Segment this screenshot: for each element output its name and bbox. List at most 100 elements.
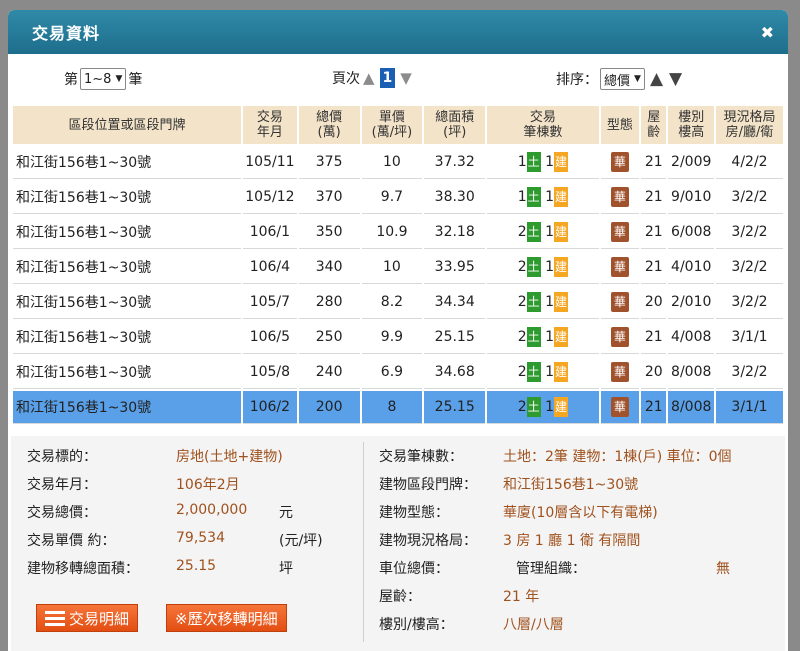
detail-value-mgmt: 無 [716, 561, 730, 577]
cell-count: 1土 1建 [487, 146, 599, 179]
detail-label-parking: 車位總價： [379, 561, 449, 577]
cell-date: 105/7 [243, 286, 297, 319]
cell-type: 華 [600, 251, 640, 284]
table-row[interactable]: 和江街156巷1~30號 105/7 280 8.2 34.34 2土 1建 華… [13, 286, 783, 319]
table-row[interactable]: 和江街156巷1~30號 106/5 250 9.9 25.15 2土 1建 華… [13, 321, 783, 354]
detail-label-building-type: 建物型態： [379, 505, 449, 521]
col-header-area[interactable]: 總面積 (坪) [424, 106, 486, 144]
detail-label-age: 屋齡： [379, 589, 421, 605]
build-badge: 建 [554, 292, 568, 312]
build-badge: 建 [554, 362, 568, 382]
cell-age: 20 [641, 356, 667, 389]
col-header-unit-price[interactable]: 單價 (萬/坪) [361, 106, 423, 144]
build-count: 1 [545, 259, 554, 275]
cell-age: 21 [641, 181, 667, 214]
close-icon[interactable]: ✖ [761, 23, 774, 42]
page-prefix: 第 [64, 72, 78, 88]
cell-type: 華 [600, 356, 640, 389]
sort-value: 總價 [604, 73, 631, 89]
cell-area: 37.32 [424, 146, 486, 179]
build-count: 1 [545, 189, 554, 205]
sort-asc-icon[interactable]: ▲ [650, 69, 663, 89]
col-header-total[interactable]: 總價 (萬) [298, 106, 360, 144]
cell-age: 20 [641, 286, 667, 319]
col-header-count[interactable]: 交易 筆棟數 [487, 106, 599, 144]
detail-label-date: 交易年月： [27, 477, 97, 493]
table-row[interactable]: 和江街156巷1~30號 105/12 370 9.7 38.30 1土 1建 … [13, 181, 783, 214]
cell-layout: 3/2/2 [716, 181, 783, 214]
cell-count: 1土 1建 [487, 181, 599, 214]
cell-type: 華 [600, 391, 640, 424]
col-header-date[interactable]: 交易 年月 [243, 106, 297, 144]
cell-area: 34.68 [424, 356, 486, 389]
cell-date: 105/11 [243, 146, 297, 179]
cell-location: 和江街156巷1~30號 [13, 251, 242, 284]
cell-unit-price: 9.7 [361, 181, 423, 214]
cell-date: 105/12 [243, 181, 297, 214]
cell-area: 38.30 [424, 181, 486, 214]
detail-label-subject: 交易標的： [27, 449, 97, 465]
build-badge: 建 [554, 187, 568, 207]
col-header-type[interactable]: 型態 [600, 106, 640, 144]
cell-area: 25.15 [424, 391, 486, 424]
transfer-history-button[interactable]: ※歷次移轉明細 [166, 604, 287, 632]
transaction-table: 區段位置或區段門牌 交易 年月 總價 (萬) 單價 (萬/坪) 總面積 (坪) … [11, 104, 785, 426]
detail-value-date: 106年2月 [176, 477, 240, 493]
cell-date: 106/1 [243, 216, 297, 249]
cell-total: 375 [298, 146, 360, 179]
build-count: 1 [545, 364, 554, 380]
page-range-select[interactable]: 1~8 ▼ [80, 68, 127, 90]
cell-count: 2土 1建 [487, 391, 599, 424]
detail-value-subject: 房地(土地+建物) [176, 449, 283, 465]
cell-age: 21 [641, 251, 667, 284]
land-count: 2 [517, 294, 527, 310]
cell-location: 和江街156巷1~30號 [13, 181, 242, 214]
page-range-value: 1~8 [84, 71, 112, 87]
col-header-age[interactable]: 屋 齡 [641, 106, 667, 144]
table-row[interactable]: 和江街156巷1~30號 106/1 350 10.9 32.18 2土 1建 … [13, 216, 783, 249]
cell-location: 和江街156巷1~30號 [13, 391, 242, 424]
cell-layout: 3/2/2 [716, 251, 783, 284]
type-badge: 華 [610, 362, 629, 382]
table-row[interactable]: 和江街156巷1~30號 106/4 340 10 33.95 2土 1建 華 … [13, 251, 783, 284]
next-page-icon[interactable]: ▼ [400, 69, 412, 87]
col-header-layout[interactable]: 現況格局 房/廳/衛 [716, 106, 783, 144]
detail-value-area: 25.15 [176, 558, 217, 574]
table-row-selected[interactable]: 和江街156巷1~30號 106/2 200 8 25.15 2土 1建 華 2… [13, 391, 783, 424]
build-badge: 建 [554, 152, 568, 172]
prev-page-icon[interactable]: ▲ [363, 69, 375, 87]
col-header-floor[interactable]: 樓別 樓高 [668, 106, 715, 144]
detail-unit-unit-price: (元/坪) [279, 533, 323, 549]
sort-desc-icon[interactable]: ▼ [669, 69, 682, 89]
detail-value-address: 和江街156巷1~30號 [503, 477, 639, 493]
cell-unit-price: 8 [361, 391, 423, 424]
cell-location: 和江街156巷1~30號 [13, 356, 242, 389]
land-count: 2 [517, 399, 527, 415]
col-header-location[interactable]: 區段位置或區段門牌 [13, 106, 242, 144]
detail-value-total: 2,000,000 [176, 502, 248, 518]
detail-value-layout: 3 房 1 廳 1 衛 有隔間 [503, 533, 641, 549]
cell-count: 2土 1建 [487, 356, 599, 389]
table-row[interactable]: 和江街156巷1~30號 105/11 375 10 37.32 1土 1建 華… [13, 146, 783, 179]
cell-total: 370 [298, 181, 360, 214]
land-badge: 土 [526, 257, 541, 277]
transaction-detail-button[interactable]: 交易明細 [36, 604, 139, 632]
page-range-control: 第 1~8 ▼ 筆 [64, 68, 142, 90]
detail-value-building-type: 華廈(10層含以下有電梯) [503, 505, 658, 521]
cell-unit-price: 10 [361, 146, 423, 179]
detail-value-count: 土地：2筆 建物：1棟(戶) 車位：0個 [503, 449, 732, 465]
detail-panel: 交易標的： 房地(土地+建物) 交易年月： 106年2月 交易總價： 2,000… [11, 436, 785, 651]
transfer-history-label: ※歷次移轉明細 [175, 609, 278, 628]
detail-unit-area: 坪 [279, 561, 293, 577]
cell-area: 34.34 [424, 286, 486, 319]
cell-count: 2土 1建 [487, 216, 599, 249]
table-row[interactable]: 和江街156巷1~30號 105/8 240 6.9 34.68 2土 1建 華… [13, 356, 783, 389]
cell-type: 華 [600, 181, 640, 214]
detail-label-layout: 建物現況格局： [379, 533, 477, 549]
cell-floor: 2/010 [668, 286, 715, 319]
land-badge: 土 [526, 397, 541, 417]
build-count: 1 [545, 329, 554, 345]
cell-unit-price: 9.9 [361, 321, 423, 354]
sort-select[interactable]: 總價 ▼ [600, 68, 645, 90]
controls-bar: 第 1~8 ▼ 筆 頁次 ▲ 1 ▼ 排序： 總價 ▼ ▲ ▼ [8, 54, 788, 104]
